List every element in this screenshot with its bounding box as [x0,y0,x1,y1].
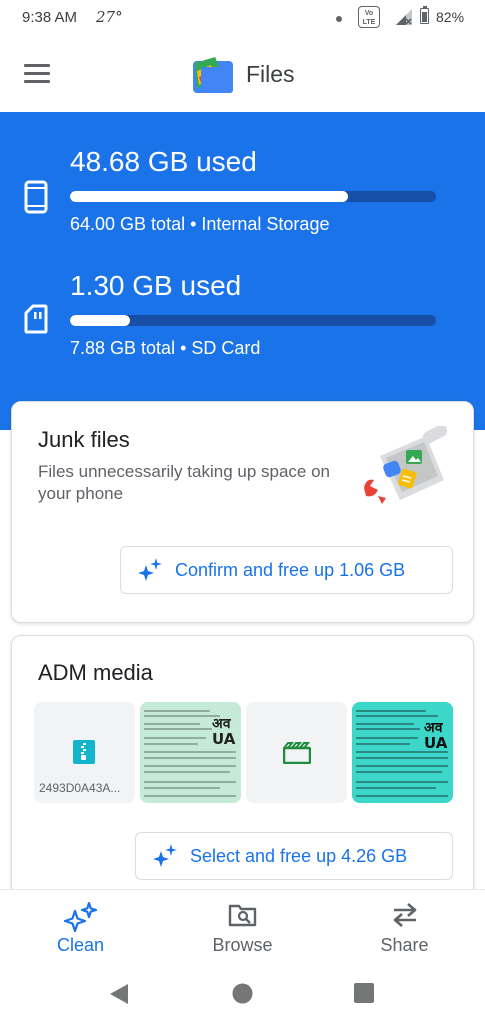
movie-icon [283,742,311,764]
storage-summary: 48.68 GB used 64.00 GB total • Internal … [0,112,485,430]
adm-media-card: ADM media 2493D0A43A... अव UA अव UA Sele… [11,635,474,897]
card-description: Files unnecessarily taking up space on y… [38,462,330,503]
svg-text:UA: UA [212,730,236,748]
nav-label: Browse [212,935,273,955]
sparkle-icon [63,902,97,932]
sparkle-icon [153,844,177,867]
certificate-thumbnail: अव UA [140,702,241,803]
nav-label: Share [380,935,429,955]
recents-icon[interactable] [354,983,374,1003]
storage-progress-fill [70,191,349,202]
confirm-free-up-button[interactable]: Confirm and free up 1.06 GB [120,546,453,594]
storage-subtitle: 64.00 GB total • Internal Storage [70,214,330,234]
bottom-nav: Clean Browse Share [0,889,485,963]
browse-icon [228,904,256,927]
sparkle-icon [138,558,162,581]
media-tile-video[interactable] [246,702,347,803]
svg-text:UA: UA [424,734,448,752]
internal-storage[interactable]: 48.68 GB used 64.00 GB total • Internal … [0,140,485,250]
storage-progress-bar [70,191,436,202]
home-icon[interactable] [232,983,253,1004]
media-row: 2493D0A43A... अव UA अव UA [34,702,456,803]
app-title: Files [246,61,295,87]
sd-subtitle: 7.88 GB total • SD Card [70,338,261,358]
zip-icon [73,740,95,764]
share-icon [393,903,416,927]
app-bar: Files [0,40,485,112]
volte-icon: Vo LTE [358,6,380,28]
button-label: Select and free up 4.26 GB [190,845,408,866]
nav-label: Clean [56,935,105,955]
back-icon[interactable] [108,983,130,1005]
media-tile-image[interactable]: अव UA [352,702,453,803]
status-temperature: 27° [96,8,123,26]
junk-dustpan-illustration [364,426,448,504]
battery-icon [420,8,429,24]
signal-icon [396,9,412,25]
sd-progress-bar [70,315,436,326]
media-tile-image[interactable]: अव UA [140,702,241,803]
button-label: Confirm and free up 1.06 GB [175,559,406,580]
nav-browse[interactable]: Browse [162,890,323,964]
notification-dot-icon [336,16,342,22]
select-free-up-button[interactable]: Select and free up 4.26 GB [135,832,453,880]
sd-progress-fill [70,315,131,326]
nav-share[interactable]: Share [324,890,485,964]
card-title: Junk files [38,427,130,452]
battery-percent: 82% [436,9,465,25]
menu-icon[interactable] [24,64,50,84]
files-logo-icon [193,57,233,93]
sd-card-icon [24,304,48,334]
media-tile-label: 2493D0A43A... [39,781,121,795]
status-time: 9:38 AM [22,9,78,26]
certificate-thumbnail: अव UA [352,702,453,803]
media-tile-archive[interactable]: 2493D0A43A... [34,702,135,803]
sd-used-label: 1.30 GB used [70,270,242,301]
status-bar: 9:38 AM 27° Vo LTE 82% [0,0,485,40]
junk-files-card: Junk files Files unnecessarily taking up… [11,401,474,623]
system-nav-bar [0,963,485,1024]
nav-clean[interactable]: Clean [0,890,161,964]
sd-card-storage[interactable]: 1.30 GB used 7.88 GB total • SD Card [0,264,485,374]
phone-icon [24,180,48,214]
storage-used-label: 48.68 GB used [70,146,257,177]
card-title: ADM media [38,660,153,685]
